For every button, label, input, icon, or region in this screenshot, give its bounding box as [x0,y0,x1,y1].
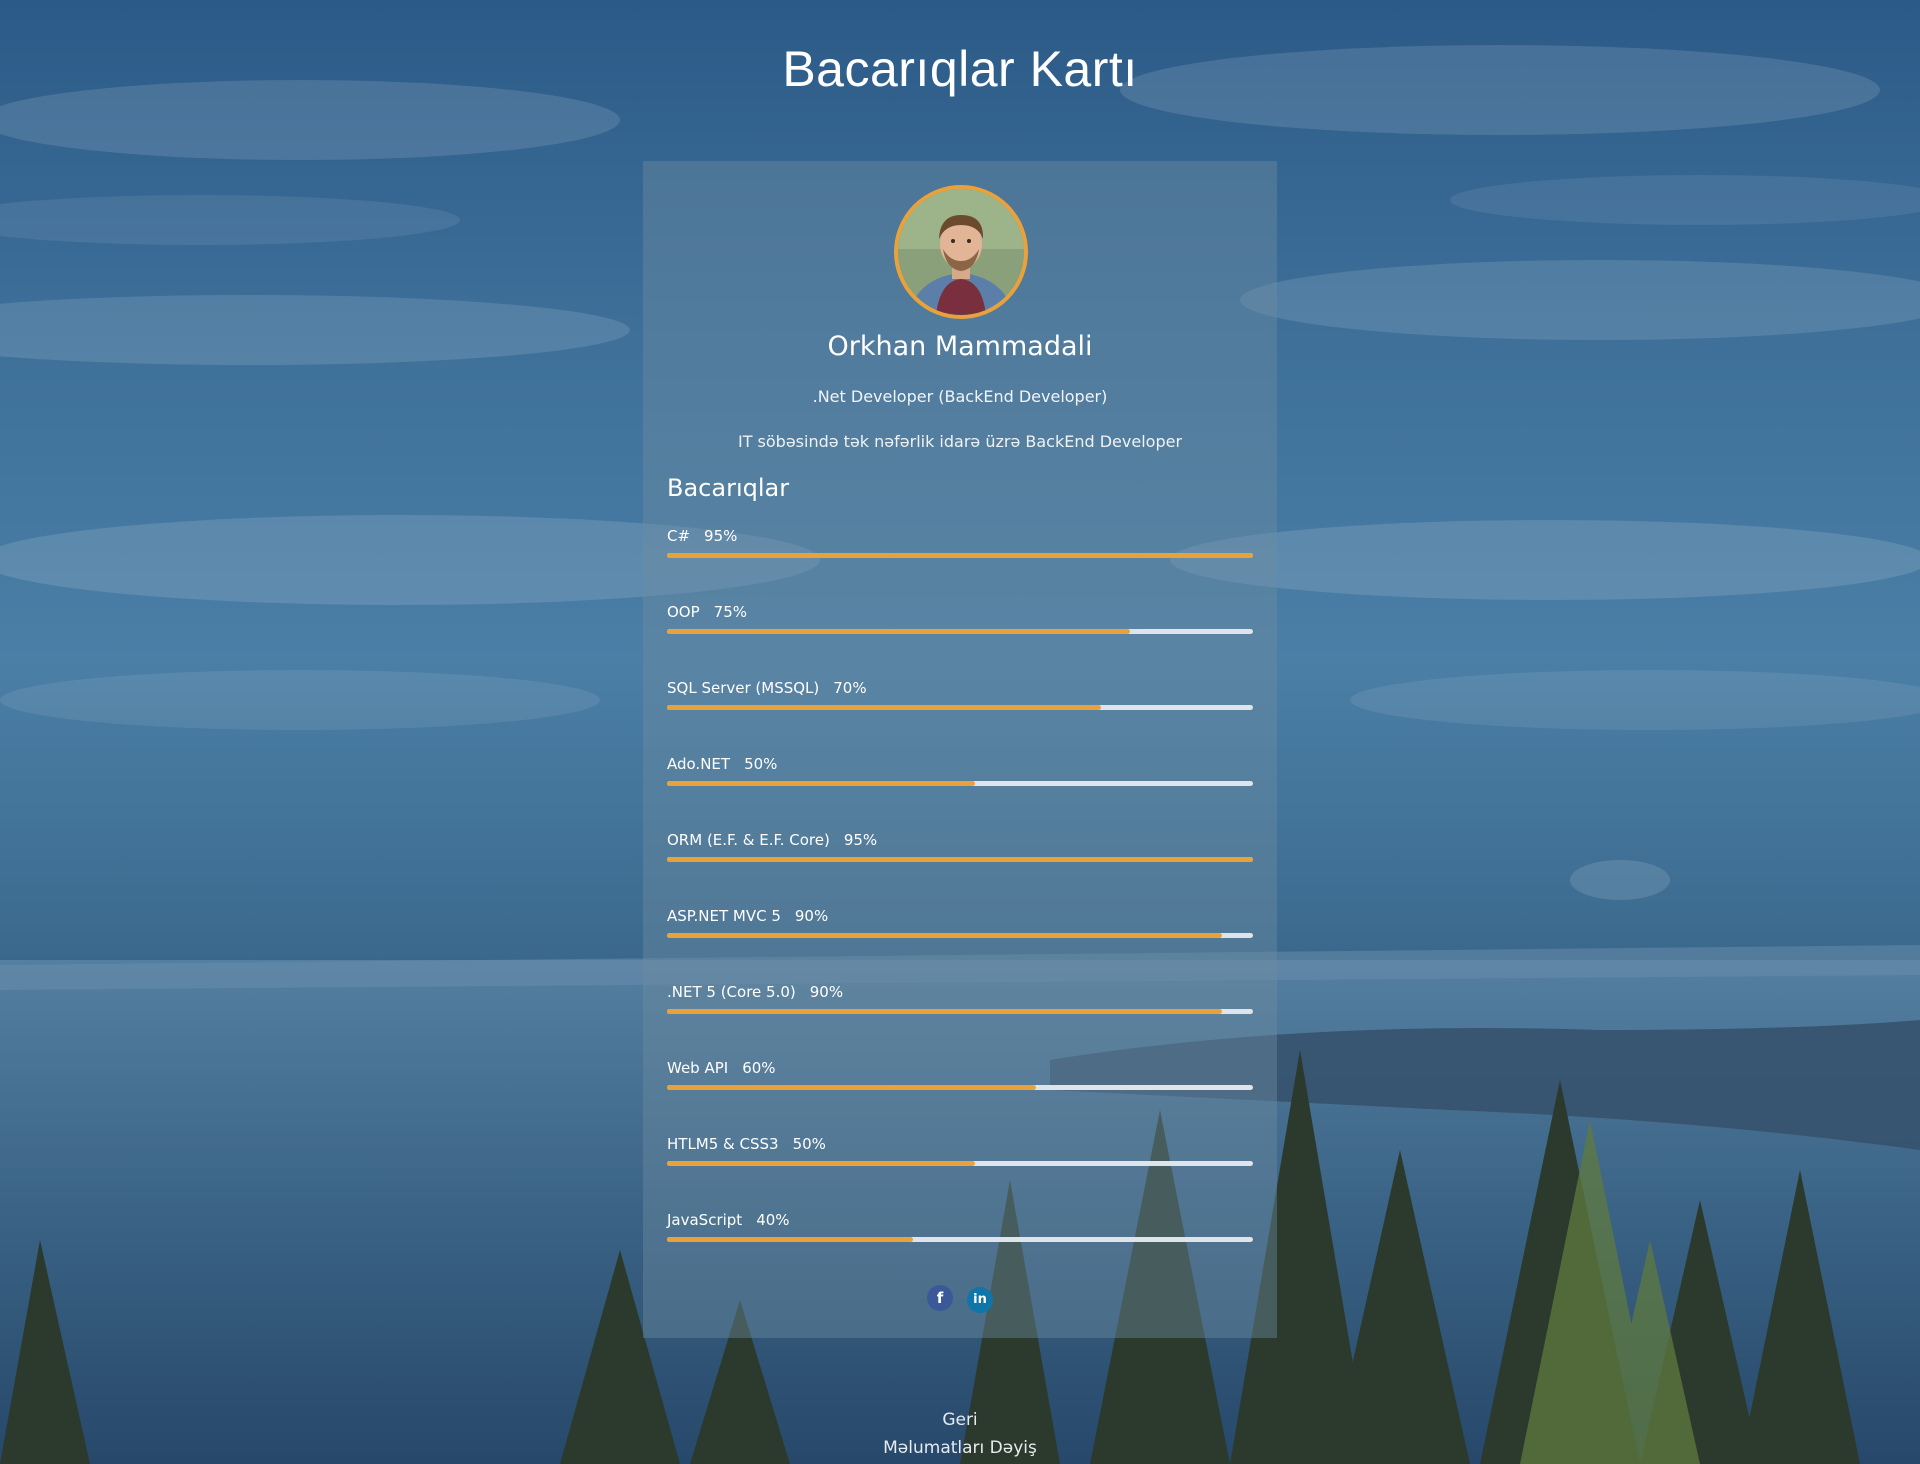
skill-item: ORM (E.F. & E.F. Core) 95% [667,830,1253,906]
skill-label: JavaScript 40% [667,1210,1253,1230]
skill-percent: 95% [843,831,878,849]
skill-name: JavaScript [667,1211,743,1229]
skill-progress-fill [667,1009,1222,1014]
skill-name: HTLM5 & CSS3 [667,1135,779,1153]
skill-progress-fill [667,553,1253,558]
skill-name: Ado.NET [667,755,731,773]
footer-links: Geri Məlumatları Dəyiş [0,1406,1920,1462]
skill-label: HTLM5 & CSS3 50% [667,1134,1253,1154]
skill-progress-fill [667,629,1130,634]
facebook-icon[interactable]: f [927,1285,953,1311]
skills-card: Orkhan Mammadali .Net Developer (BackEnd… [643,161,1277,1338]
skill-progress-track [667,1009,1253,1014]
skill-label: ASP.NET MVC 5 90% [667,906,1253,926]
skill-progress-fill [667,1237,914,1242]
page-title: Bacarıqlar Kartı [782,41,1138,97]
profile-photo-icon [898,189,1024,315]
skill-label: Ado.NET 50% [667,754,1253,774]
skill-progress-track [667,1085,1253,1090]
skill-percent: 40% [756,1211,790,1229]
edit-info-link[interactable]: Məlumatları Dəyiş [0,1434,1920,1462]
skill-name: ORM (E.F. & E.F. Core) [667,831,830,849]
skill-label: ORM (E.F. & E.F. Core) 95% [667,830,1253,850]
profile-name: Orkhan Mammadali [827,331,1093,362]
skill-label: OOP 75% [667,602,1253,622]
skill-progress-track [667,705,1253,710]
skill-item: .NET 5 (Core 5.0) 90% [667,982,1253,1058]
skill-progress-fill [667,1161,975,1166]
social-links: f in [643,1285,1277,1313]
skill-percent: 70% [833,679,867,697]
skill-percent: 95% [704,527,738,545]
skill-progress-track [667,857,1253,862]
skill-progress-track [667,933,1253,938]
profile-description: IT söbəsində tək nəfərlik idarə üzrə Bac… [737,432,1183,451]
skill-item: HTLM5 & CSS3 50% [667,1134,1253,1210]
linkedin-icon[interactable]: in [967,1287,993,1313]
skill-percent: 90% [809,983,844,1001]
skill-item: JavaScript 40% [667,1210,1253,1286]
skill-item: C# 95% [667,526,1253,602]
skill-label: C# 95% [667,526,1253,546]
skills-heading: Bacarıqlar [667,474,790,502]
skill-progress-track [667,553,1253,558]
profile-role: .Net Developer (BackEnd Developer) [812,387,1108,406]
skill-progress-fill [667,933,1222,938]
skill-progress-fill [667,857,1253,862]
skill-label: .NET 5 (Core 5.0) 90% [667,982,1253,1002]
skill-progress-fill [667,705,1101,710]
skill-item: Web API 60% [667,1058,1253,1134]
skill-name: Web API [667,1059,729,1077]
skill-percent: 90% [794,907,829,925]
back-link[interactable]: Geri [0,1406,1920,1434]
skill-progress-fill [667,1085,1037,1090]
skill-name: OOP [667,603,700,621]
skill-percent: 60% [742,1059,776,1077]
skill-name: ASP.NET MVC 5 [667,907,781,925]
avatar [894,185,1028,319]
skill-item: Ado.NET 50% [667,754,1253,830]
skill-label: Web API 60% [667,1058,1253,1078]
skills-list: C# 95% OOP 75% SQL Server (MSSQL) 70% Ado.N… [667,526,1253,1286]
skill-progress-fill [667,781,975,786]
skill-percent: 75% [713,603,748,621]
skill-item: OOP 75% [667,602,1253,678]
skill-name: .NET 5 (Core 5.0) [667,983,796,1001]
skill-progress-track [667,629,1253,634]
skill-name: SQL Server (MSSQL) [667,679,820,697]
skill-percent: 50% [792,1135,826,1153]
skill-progress-track [667,781,1253,786]
skill-item: SQL Server (MSSQL) 70% [667,678,1253,754]
skill-name: C# [667,527,691,545]
skill-label: SQL Server (MSSQL) 70% [667,678,1253,698]
skill-progress-track [667,1161,1253,1166]
skill-percent: 50% [744,755,778,773]
skill-item: ASP.NET MVC 5 90% [667,906,1253,982]
skill-progress-track [667,1237,1253,1242]
